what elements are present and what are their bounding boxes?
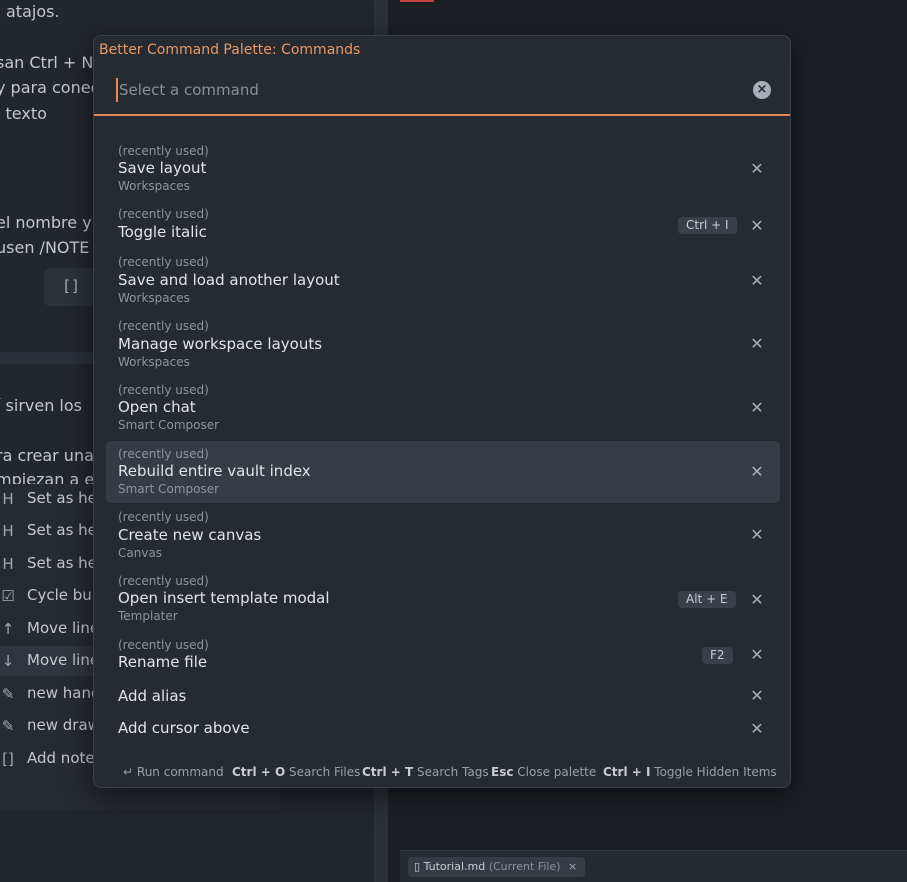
remove-icon[interactable]: ✕ [750, 161, 764, 177]
suggest-item-label: new draw [27, 716, 100, 734]
brackets-icon: [] [2, 750, 14, 768]
command-name: Toggle italic [118, 223, 207, 241]
command-name: Add alias [118, 687, 187, 705]
command-item[interactable]: (recently used) Open insert template mod… [106, 572, 780, 626]
recently-used-note: (recently used) [118, 638, 209, 652]
suggest-item-label: Set as he [27, 521, 97, 539]
pencil-icon: ✎ [1, 685, 15, 703]
command-name: Open insert template modal [118, 589, 330, 607]
clear-search-icon[interactable]: × [753, 81, 771, 99]
command-category: Workspaces [118, 291, 190, 305]
footer-hint: Ctrl + T Search Tags [362, 765, 489, 779]
arrow-down-icon: ↓ [1, 652, 15, 670]
bg-text-line: í sirven los [0, 396, 82, 415]
command-category: Canvas [118, 546, 163, 560]
command-item[interactable]: (recently used) Save and load another la… [106, 253, 780, 307]
suggest-item-label: new hand [27, 684, 101, 702]
command-item-selected[interactable]: (recently used) Rebuild entire vault ind… [106, 441, 780, 503]
remove-icon[interactable]: ✕ [750, 218, 764, 234]
footer-hint: Ctrl + I Toggle Hidden Items [603, 765, 777, 779]
bg-text-line: el nombre y [0, 213, 92, 232]
recently-used-note: (recently used) [118, 383, 209, 397]
command-item[interactable]: (recently used) Open chat Smart Composer… [106, 381, 780, 435]
remove-icon[interactable]: ✕ [750, 464, 764, 480]
command-category: Workspaces [118, 355, 190, 369]
footer-hint: ↵ Run command [123, 765, 224, 779]
command-palette: Better Command Palette: Commands × (rece… [93, 35, 791, 788]
command-item[interactable]: Add cursor above ✕ [106, 716, 780, 742]
pencil-icon: ✎ [1, 717, 15, 735]
recently-used-note: (recently used) [118, 447, 209, 461]
suggest-item-label: Set as he [27, 489, 97, 507]
recently-used-note: (recently used) [118, 319, 209, 333]
command-name: Save and load another layout [118, 271, 340, 289]
checkbox-icon: ☑ [1, 587, 15, 605]
close-icon[interactable]: × [568, 860, 577, 873]
recently-used-note: (recently used) [118, 255, 209, 269]
heading-icon: H [2, 555, 14, 573]
recently-used-note: (recently used) [118, 510, 209, 524]
file-chip-name: Tutorial.md [423, 860, 486, 873]
hotkey-badge: F2 [702, 647, 733, 664]
remove-icon[interactable]: ✕ [750, 592, 764, 608]
recently-used-note: (recently used) [118, 144, 209, 158]
search-bar: × [94, 66, 790, 116]
remove-icon[interactable]: ✕ [750, 721, 764, 737]
recently-used-note: (recently used) [118, 207, 209, 221]
remove-icon[interactable]: ✕ [750, 527, 764, 543]
command-name: Open chat [118, 398, 196, 416]
footer-hint: Ctrl + O Search Files [232, 765, 361, 779]
file-icon: ▯ [414, 860, 421, 873]
command-item[interactable]: (recently used) Save layout Workspaces ✕ [106, 142, 780, 196]
suggest-item-label: Move line [27, 651, 100, 669]
command-item[interactable]: (recently used) Rename file F2 ✕ [106, 636, 780, 676]
command-item[interactable]: (recently used) Create new canvas Canvas… [106, 508, 780, 562]
palette-footer: ↵ Run command Ctrl + O Search Files Ctrl… [94, 761, 790, 783]
command-item[interactable]: Add alias ✕ [106, 684, 780, 710]
remove-icon[interactable]: ✕ [750, 336, 764, 352]
command-name: Save layout [118, 159, 207, 177]
suggest-item-label: Move line [27, 619, 100, 637]
command-name: Rebuild entire vault index [118, 462, 311, 480]
suggest-item-label: Add note [27, 749, 95, 767]
active-tab-indicator [400, 0, 434, 2]
enter-key-icon: ↵ [123, 765, 134, 779]
remove-icon[interactable]: ✕ [750, 647, 764, 663]
heading-icon: H [2, 522, 14, 540]
hotkey-badge: Ctrl + I [678, 217, 737, 234]
command-name: Add cursor above [118, 719, 250, 737]
recently-used-note: (recently used) [118, 574, 209, 588]
bg-text-line: san Ctrl + N [0, 53, 94, 72]
command-name: Rename file [118, 653, 208, 671]
command-search-input[interactable] [116, 78, 736, 102]
suggest-item-label: Cycle bul [27, 586, 96, 604]
heading-icon: H [2, 490, 14, 508]
bg-text-line: usen /NOTE [0, 238, 90, 257]
command-category: Workspaces [118, 179, 190, 193]
current-file-chip[interactable]: ▯ Tutorial.md (Current File) × [408, 857, 586, 877]
command-name: Create new canvas [118, 526, 262, 544]
command-item[interactable]: (recently used) Manage workspace layouts… [106, 317, 780, 371]
arrow-up-icon: ↑ [1, 620, 15, 638]
bg-text-line: y para conec [0, 78, 100, 97]
command-name: Manage workspace layouts [118, 335, 323, 353]
command-item[interactable]: (recently used) Toggle italic Ctrl + I ✕ [106, 205, 780, 245]
bg-text-line: l texto [0, 104, 47, 123]
command-category: Smart Composer [118, 418, 220, 432]
command-category: Smart Composer [118, 482, 220, 496]
file-chip-suffix: (Current File) [488, 860, 561, 873]
suggest-item-label: Set as he [27, 554, 97, 572]
hotkey-badge: Alt + E [678, 591, 736, 608]
remove-icon[interactable]: ✕ [750, 400, 764, 416]
command-category: Templater [118, 609, 178, 623]
bg-text-line: atajos. [6, 2, 60, 21]
bg-text-line: ra crear una [0, 446, 94, 465]
remove-icon[interactable]: ✕ [750, 688, 764, 704]
remove-icon[interactable]: ✕ [750, 273, 764, 289]
palette-title: Better Command Palette: Commands [99, 42, 361, 58]
footer-hint: Esc Close palette [491, 765, 597, 779]
